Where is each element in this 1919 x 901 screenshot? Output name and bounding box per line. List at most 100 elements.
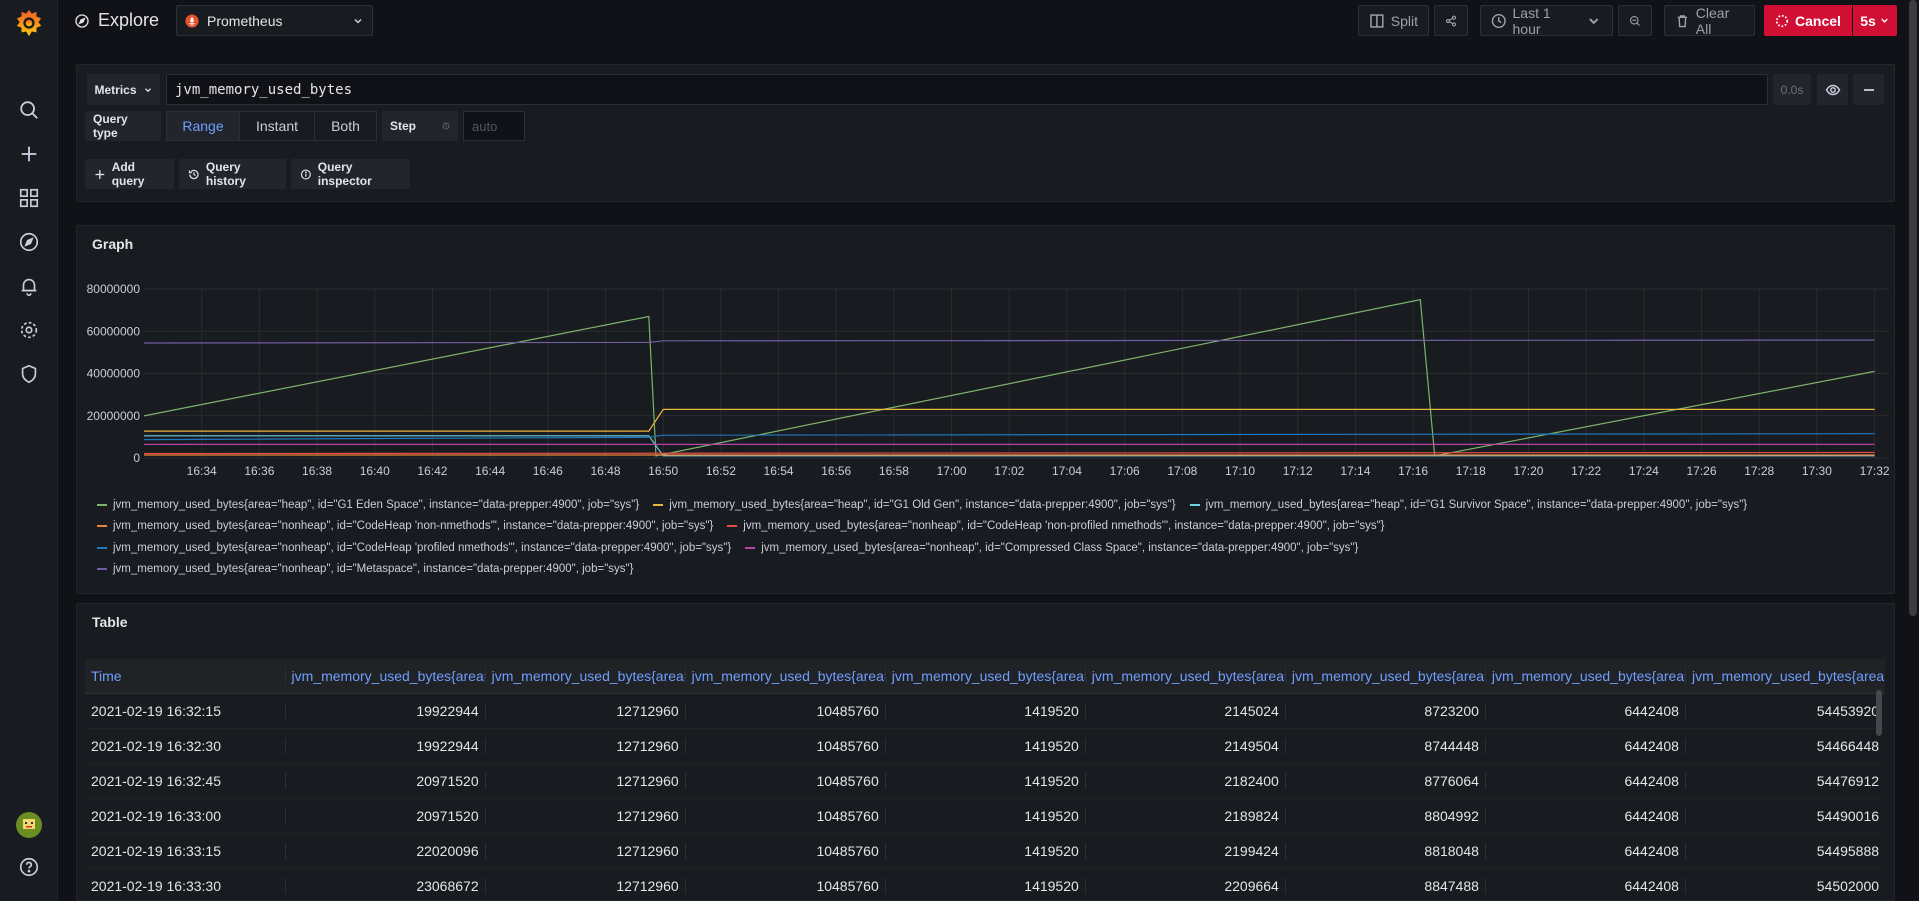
- cancel-query-button[interactable]: Cancel: [1764, 5, 1852, 36]
- legend-item[interactable]: jvm_memory_used_bytes{area="nonheap", id…: [97, 563, 633, 575]
- x-tick-label: 17:12: [1283, 464, 1313, 478]
- table-cell: 8744448: [1284, 738, 1485, 754]
- table-column-header[interactable]: jvm_memory_used_bytes{area="nonheap", id…: [1084, 668, 1285, 684]
- x-tick-label: 17:06: [1110, 464, 1140, 478]
- query-type-both[interactable]: Both: [314, 111, 377, 141]
- x-tick-label: 17:30: [1802, 464, 1832, 478]
- table-cell: 2021-02-19 16:33:15: [91, 843, 221, 859]
- sidebar: [0, 0, 58, 901]
- remove-query-button[interactable]: [1853, 74, 1884, 105]
- table-column-header[interactable]: jvm_memory_used_bytes{area="nonheap", id…: [1484, 668, 1685, 684]
- prometheus-icon: [185, 13, 199, 28]
- time-range-picker[interactable]: Last 1 hour: [1480, 4, 1613, 37]
- table-column-header[interactable]: jvm_memory_used_bytes{area="heap", id="G…: [284, 668, 485, 684]
- table-row: 2021-02-19 16:32:15 19922944 12712960 10485…: [85, 694, 1885, 729]
- x-tick-label: 16:56: [821, 464, 851, 478]
- query-inspector-button[interactable]: Query inspector: [291, 159, 410, 189]
- table-panel: Table Timejvm_memory_used_bytes{area="he…: [76, 603, 1895, 901]
- x-tick-label: 16:58: [879, 464, 909, 478]
- table-row: 2021-02-19 16:32:45 20971520 12712960 10485…: [85, 764, 1885, 799]
- x-tick-label: 17:14: [1340, 464, 1370, 478]
- table-scrollbar[interactable]: [1876, 690, 1882, 736]
- trash-icon: [1677, 14, 1688, 27]
- zoom-out-button[interactable]: [1618, 5, 1652, 36]
- x-tick-label: 16:50: [648, 464, 678, 478]
- table-cell: 8804992: [1284, 808, 1485, 824]
- table-cell: 1419520: [884, 703, 1085, 719]
- x-tick-label: 16:48: [590, 464, 620, 478]
- chevron-down-icon: [1881, 18, 1888, 23]
- user-avatar[interactable]: [15, 811, 43, 839]
- create-plus-icon[interactable]: [17, 142, 41, 166]
- grafana-logo-icon[interactable]: [14, 8, 44, 38]
- help-icon[interactable]: [17, 855, 41, 879]
- table-cell: 2199424: [1084, 843, 1285, 859]
- split-icon: [1370, 13, 1384, 28]
- table-column-header[interactable]: jvm_memory_used_bytes{area="nonheap", id…: [1684, 668, 1885, 684]
- query-type-instant[interactable]: Instant: [239, 111, 315, 141]
- legend-item[interactable]: jvm_memory_used_bytes{area="heap", id="G…: [653, 499, 1176, 511]
- top-navbar: Explore Prometheus Split Last 1 hour Cle…: [58, 0, 1919, 42]
- table-column-header[interactable]: jvm_memory_used_bytes{area="heap", id="G…: [684, 668, 885, 684]
- data-table: Timejvm_memory_used_bytes{area="heap", i…: [85, 659, 1885, 900]
- legend-item[interactable]: jvm_memory_used_bytes{area="nonheap", id…: [97, 520, 713, 532]
- step-input[interactable]: auto: [463, 111, 525, 141]
- query-editor-panel: Metrics jvm_memory_used_bytes 0.0s Query…: [76, 64, 1895, 202]
- table-cell: 54495888: [1684, 843, 1885, 859]
- metrics-browser-button[interactable]: Metrics: [87, 74, 160, 105]
- time-range-label: Last 1 hour: [1512, 4, 1551, 37]
- legend-item[interactable]: jvm_memory_used_bytes{area="heap", id="G…: [97, 499, 639, 511]
- x-tick-label: 17:18: [1456, 464, 1486, 478]
- query-inspector-label: Query inspector: [317, 160, 372, 188]
- clear-all-button[interactable]: Clear All: [1664, 5, 1755, 37]
- legend-label: jvm_memory_used_bytes{area="nonheap", id…: [761, 541, 1359, 554]
- legend-label: jvm_memory_used_bytes{area="nonheap", id…: [743, 520, 1385, 533]
- legend-swatch: [97, 503, 107, 506]
- search-icon[interactable]: [17, 98, 41, 122]
- table-cell: 22020096: [284, 843, 485, 859]
- configuration-gear-icon[interactable]: [17, 318, 41, 342]
- alerting-bell-icon[interactable]: [17, 274, 41, 298]
- table-cell: 2149504: [1084, 738, 1285, 754]
- x-tick-label: 17:20: [1513, 464, 1543, 478]
- refresh-interval-label: 5s: [1860, 12, 1876, 29]
- info-icon[interactable]: [442, 120, 450, 132]
- query-history-button[interactable]: Query history: [179, 159, 286, 189]
- datasource-picker[interactable]: Prometheus: [176, 5, 373, 36]
- legend-item[interactable]: jvm_memory_used_bytes{area="nonheap", id…: [97, 542, 731, 554]
- query-type-label: Query type: [85, 111, 161, 141]
- legend-label: jvm_memory_used_bytes{area="nonheap", id…: [113, 541, 732, 554]
- chevron-down-icon: [144, 87, 151, 92]
- legend-item[interactable]: jvm_memory_used_bytes{area="nonheap", id…: [727, 520, 1385, 533]
- line-chart[interactable]: 80000000 60000000 40000000 20000000 0 16:34 16…: [77, 226, 1896, 494]
- add-query-button[interactable]: Add query: [85, 159, 174, 189]
- legend-item[interactable]: jvm_memory_used_bytes{area="nonheap", id…: [745, 542, 1358, 554]
- explore-compass-icon[interactable]: [17, 230, 41, 254]
- page-scrollbar[interactable]: [1909, 0, 1917, 616]
- table-cell: 6442408: [1484, 773, 1685, 789]
- table-cell: 6442408: [1484, 808, 1685, 824]
- split-button[interactable]: Split: [1358, 5, 1429, 36]
- toggle-query-visibility-button[interactable]: [1817, 74, 1848, 105]
- dashboards-grid-icon[interactable]: [17, 186, 41, 210]
- legend-item[interactable]: jvm_memory_used_bytes{area="heap", id="G…: [1189, 499, 1747, 511]
- table-column-header[interactable]: jvm_memory_used_bytes{area="nonheap", id…: [884, 668, 1085, 684]
- share-button[interactable]: [1434, 5, 1468, 36]
- table-column-header[interactable]: jvm_memory_used_bytes{area="nonheap", id…: [1284, 668, 1485, 684]
- refresh-interval-picker[interactable]: 5s: [1853, 5, 1897, 36]
- x-tick-label: 17:04: [1052, 464, 1082, 478]
- server-admin-shield-icon[interactable]: [17, 362, 41, 386]
- table-cell: 2182400: [1084, 773, 1285, 789]
- table-cell: 2021-02-19 16:33:30: [91, 878, 221, 894]
- x-tick-label: 16:52: [706, 464, 736, 478]
- legend-row: jvm_memory_used_bytes{area="heap", id="G…: [97, 494, 1887, 516]
- table-column-header[interactable]: Time: [85, 668, 285, 684]
- query-type-range[interactable]: Range: [166, 111, 240, 141]
- query-expression-input[interactable]: jvm_memory_used_bytes: [166, 74, 1768, 105]
- table-column-header[interactable]: jvm_memory_used_bytes{area="heap", id="G…: [484, 668, 685, 684]
- legend-label: jvm_memory_used_bytes{area="heap", id="G…: [113, 498, 640, 511]
- query-history-label: Query history: [205, 160, 246, 188]
- table-cell: 10485760: [684, 703, 885, 719]
- table-cell: 10485760: [684, 738, 885, 754]
- table-cell: 8776064: [1284, 773, 1485, 789]
